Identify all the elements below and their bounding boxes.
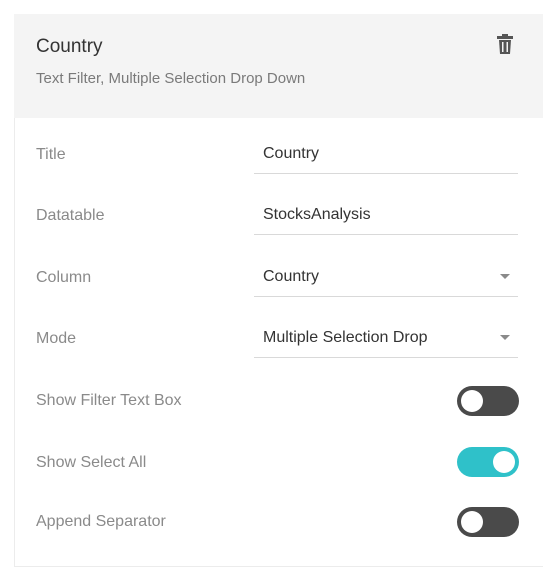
- datatable-value[interactable]: StocksAnalysis: [263, 205, 485, 225]
- panel-border-left: [14, 118, 15, 566]
- title-value[interactable]: Country: [263, 144, 485, 164]
- toggle-knob: [493, 451, 515, 473]
- filter-header: Country Text Filter, Multiple Selection …: [14, 14, 543, 118]
- filter-settings-panel: Country Text Filter, Multiple Selection …: [0, 0, 543, 583]
- show-filter-text-box-label: Show Filter Text Box: [36, 392, 182, 409]
- filter-subtitle: Text Filter, Multiple Selection Drop Dow…: [36, 70, 306, 87]
- title-label: Title: [36, 146, 66, 163]
- column-label: Column: [36, 269, 92, 286]
- column-value[interactable]: Country: [263, 267, 485, 287]
- mode-dropdown[interactable]: Multiple Selection Drop: [254, 319, 518, 358]
- append-separator-label: Append Separator: [36, 513, 166, 530]
- toggle-knob: [461, 390, 483, 412]
- show-filter-text-box-toggle[interactable]: [457, 386, 519, 416]
- trash-icon[interactable]: [497, 34, 513, 54]
- datatable-label: Datatable: [36, 207, 105, 224]
- show-select-all-label: Show Select All: [36, 454, 147, 471]
- mode-value[interactable]: Multiple Selection Drop: [263, 328, 485, 348]
- show-select-all-toggle[interactable]: [457, 447, 519, 477]
- toggle-knob: [461, 511, 483, 533]
- chevron-down-icon[interactable]: [500, 335, 510, 340]
- datatable-field[interactable]: StocksAnalysis: [254, 196, 518, 235]
- column-dropdown[interactable]: Country: [254, 258, 518, 297]
- title-field[interactable]: Country: [254, 135, 518, 174]
- append-separator-toggle[interactable]: [457, 507, 519, 537]
- chevron-down-icon[interactable]: [500, 274, 510, 279]
- mode-label: Mode: [36, 330, 77, 347]
- filter-title: Country: [36, 36, 103, 57]
- panel-border-bottom: [14, 566, 543, 567]
